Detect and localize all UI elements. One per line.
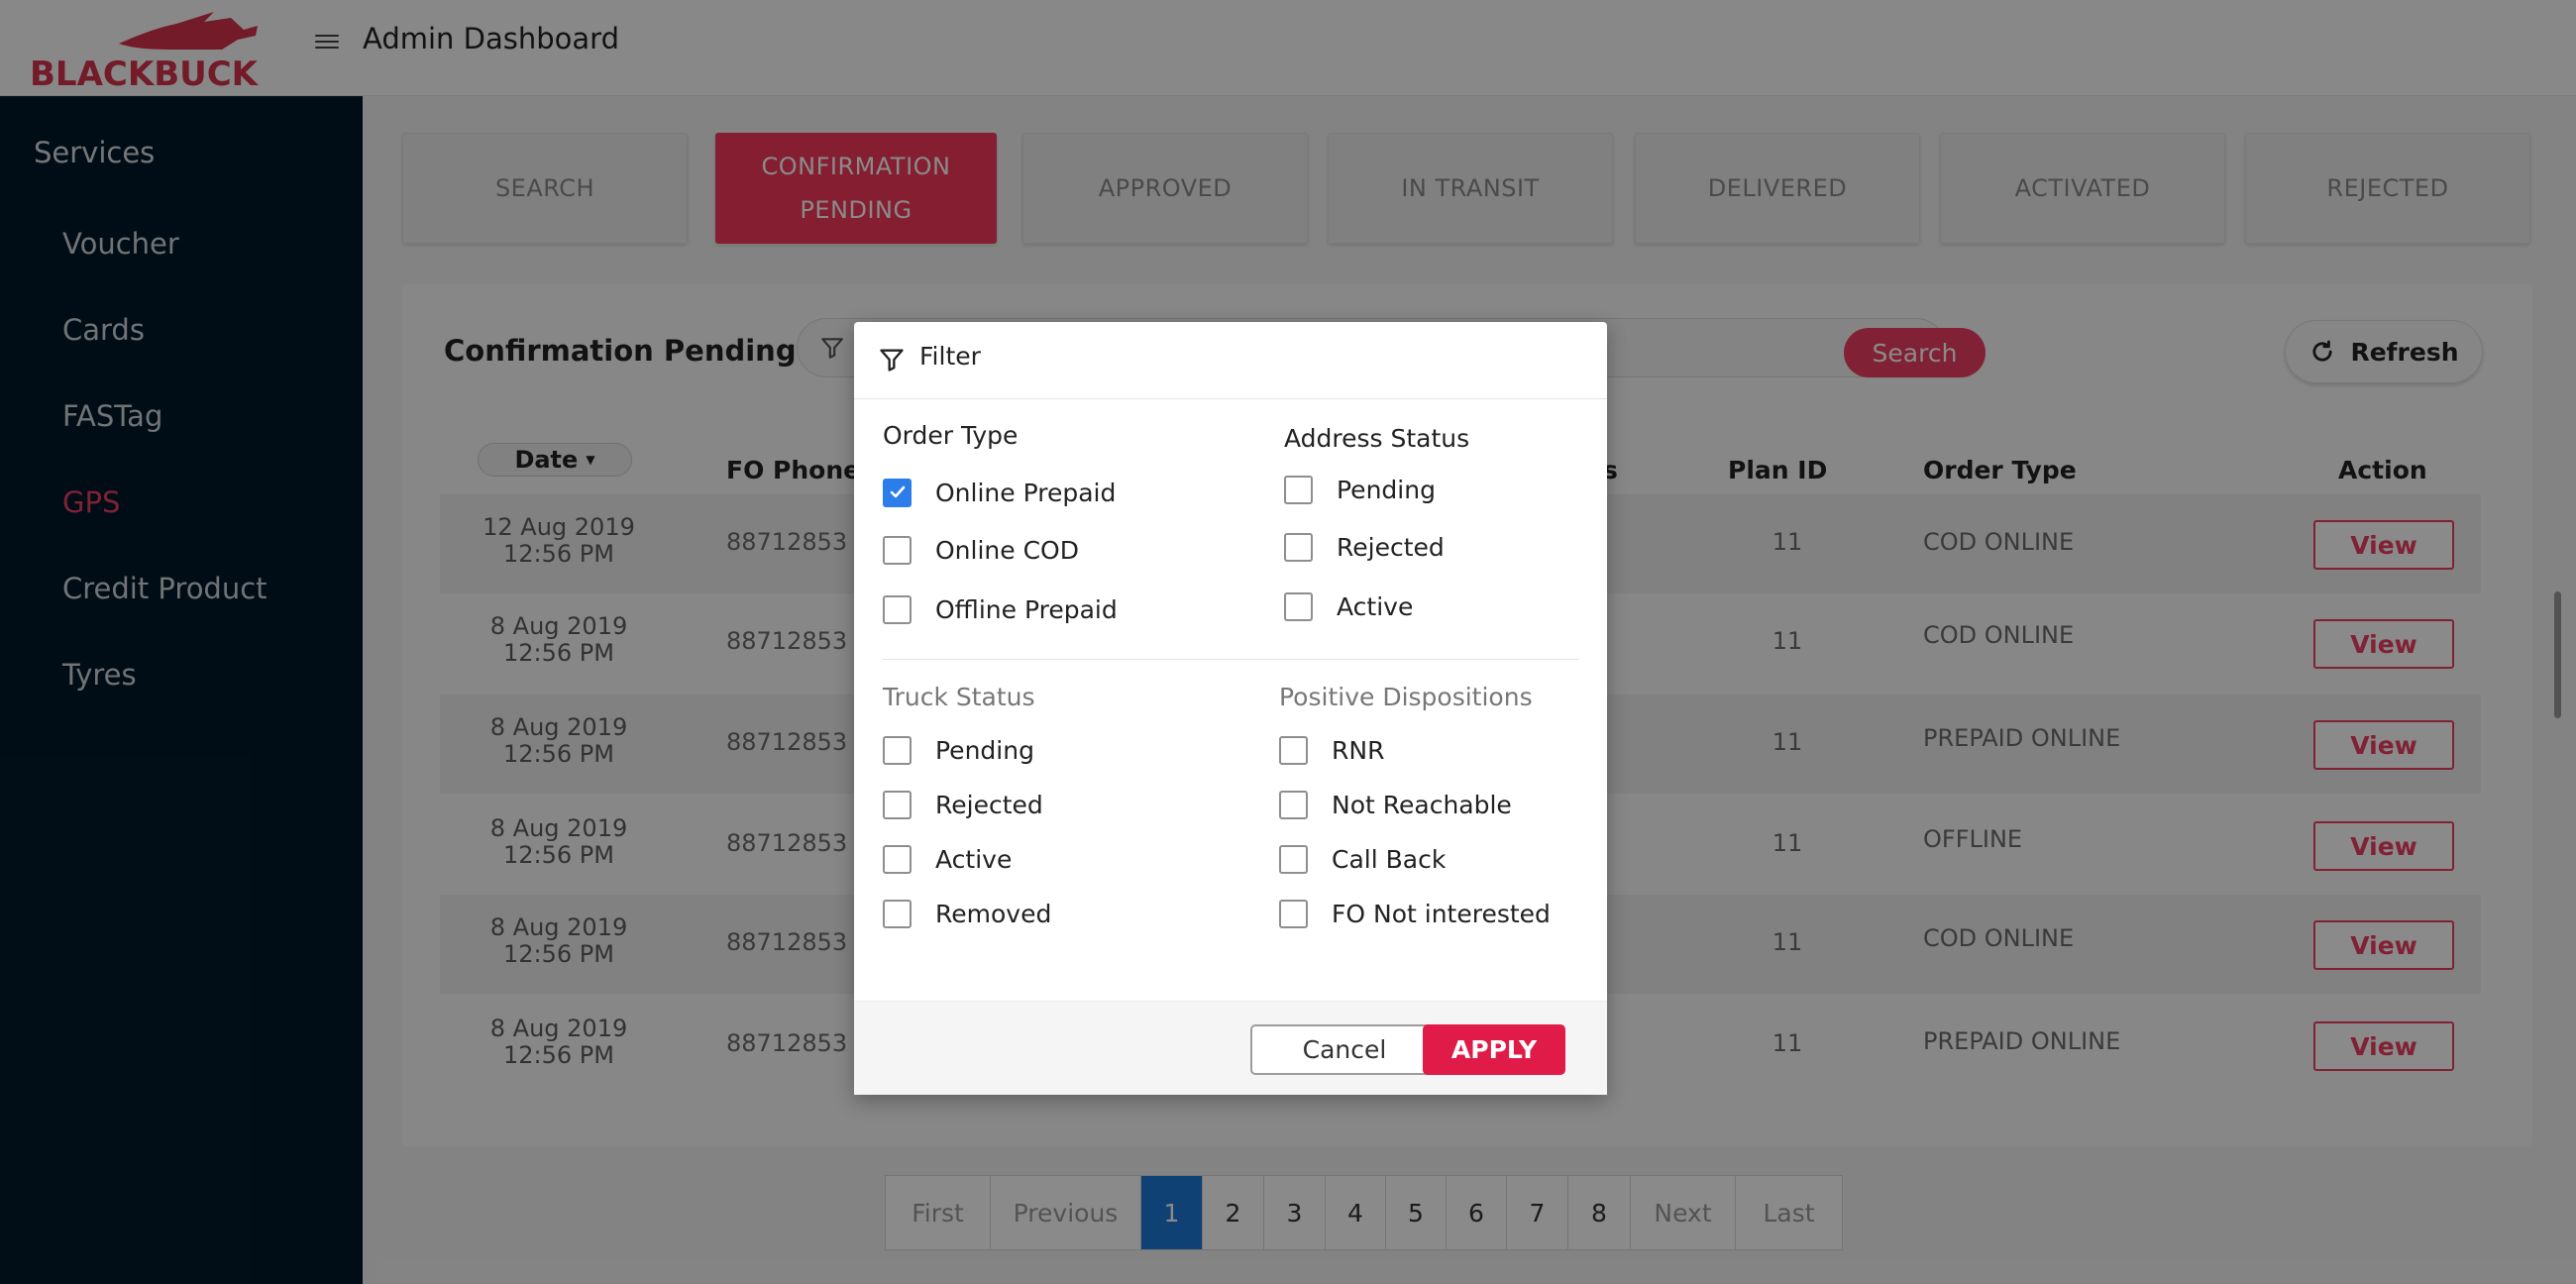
option-label: RNR <box>1332 735 1385 765</box>
apply-button[interactable]: APPLY <box>1423 1024 1565 1075</box>
option-label: Rejected <box>935 790 1043 819</box>
address-status-group-title: Address Status <box>1284 424 1470 453</box>
truck-status-option-removed[interactable]: Removed <box>883 899 1051 928</box>
checkmark-icon <box>890 485 905 498</box>
checkbox[interactable] <box>1284 591 1313 621</box>
filter-modal: Filter Order Type Online Prepaid Online … <box>854 322 1607 1095</box>
option-label: Rejected <box>1337 532 1445 562</box>
checkbox[interactable] <box>883 844 912 874</box>
checkbox[interactable] <box>1279 735 1308 765</box>
address-status-option-rejected[interactable]: Rejected <box>1284 532 1445 562</box>
cancel-button[interactable]: Cancel <box>1250 1024 1439 1075</box>
option-label: Call Back <box>1332 844 1447 874</box>
option-label: Active <box>1337 591 1414 621</box>
filter-modal-footer: Cancel APPLY <box>854 1001 1607 1095</box>
checkbox[interactable] <box>1279 844 1308 874</box>
order-type-option-online-cod[interactable]: Online COD <box>883 535 1079 565</box>
option-label: Offline Prepaid <box>935 594 1118 624</box>
truck-status-option-active[interactable]: Active <box>883 844 1012 874</box>
truck-status-group-title: Truck Status <box>883 683 1035 711</box>
order-type-option-offline-prepaid[interactable]: Offline Prepaid <box>883 594 1118 624</box>
option-label: FO Not interested <box>1332 899 1551 928</box>
checkbox[interactable] <box>1279 899 1308 928</box>
option-label: Pending <box>935 735 1034 765</box>
checkbox[interactable] <box>883 735 912 765</box>
option-label: Online Prepaid <box>935 478 1117 507</box>
positive-dispositions-group-title: Positive Dispositions <box>1279 683 1533 711</box>
filter-modal-header: Filter <box>854 322 1607 399</box>
address-status-option-active[interactable]: Active <box>1284 591 1413 621</box>
order-type-option-online-prepaid[interactable]: Online Prepaid <box>883 478 1116 507</box>
checkbox-checked[interactable] <box>883 478 912 507</box>
checkbox[interactable] <box>883 535 912 565</box>
option-label: Removed <box>935 899 1052 928</box>
disposition-option-not-reachable[interactable]: Not Reachable <box>1279 790 1512 819</box>
disposition-option-fo-not-interested[interactable]: FO Not interested <box>1279 899 1551 928</box>
option-label: Pending <box>1337 475 1436 504</box>
checkbox[interactable] <box>1284 475 1313 504</box>
section-divider <box>882 659 1579 660</box>
checkbox[interactable] <box>883 790 912 819</box>
disposition-option-rnr[interactable]: RNR <box>1279 735 1384 765</box>
filter-icon <box>880 349 904 372</box>
checkbox[interactable] <box>883 899 912 928</box>
option-label: Not Reachable <box>1332 790 1512 819</box>
order-type-group-title: Order Type <box>883 421 1019 450</box>
address-status-option-pending[interactable]: Pending <box>1284 475 1436 504</box>
disposition-option-call-back[interactable]: Call Back <box>1279 844 1446 874</box>
truck-status-option-rejected[interactable]: Rejected <box>883 790 1043 819</box>
checkbox[interactable] <box>1279 790 1308 819</box>
checkbox[interactable] <box>883 594 912 624</box>
option-label: Online COD <box>935 535 1079 565</box>
truck-status-option-pending[interactable]: Pending <box>883 735 1034 765</box>
checkbox[interactable] <box>1284 532 1313 562</box>
filter-modal-title: Filter <box>919 342 981 371</box>
option-label: Active <box>935 844 1013 874</box>
